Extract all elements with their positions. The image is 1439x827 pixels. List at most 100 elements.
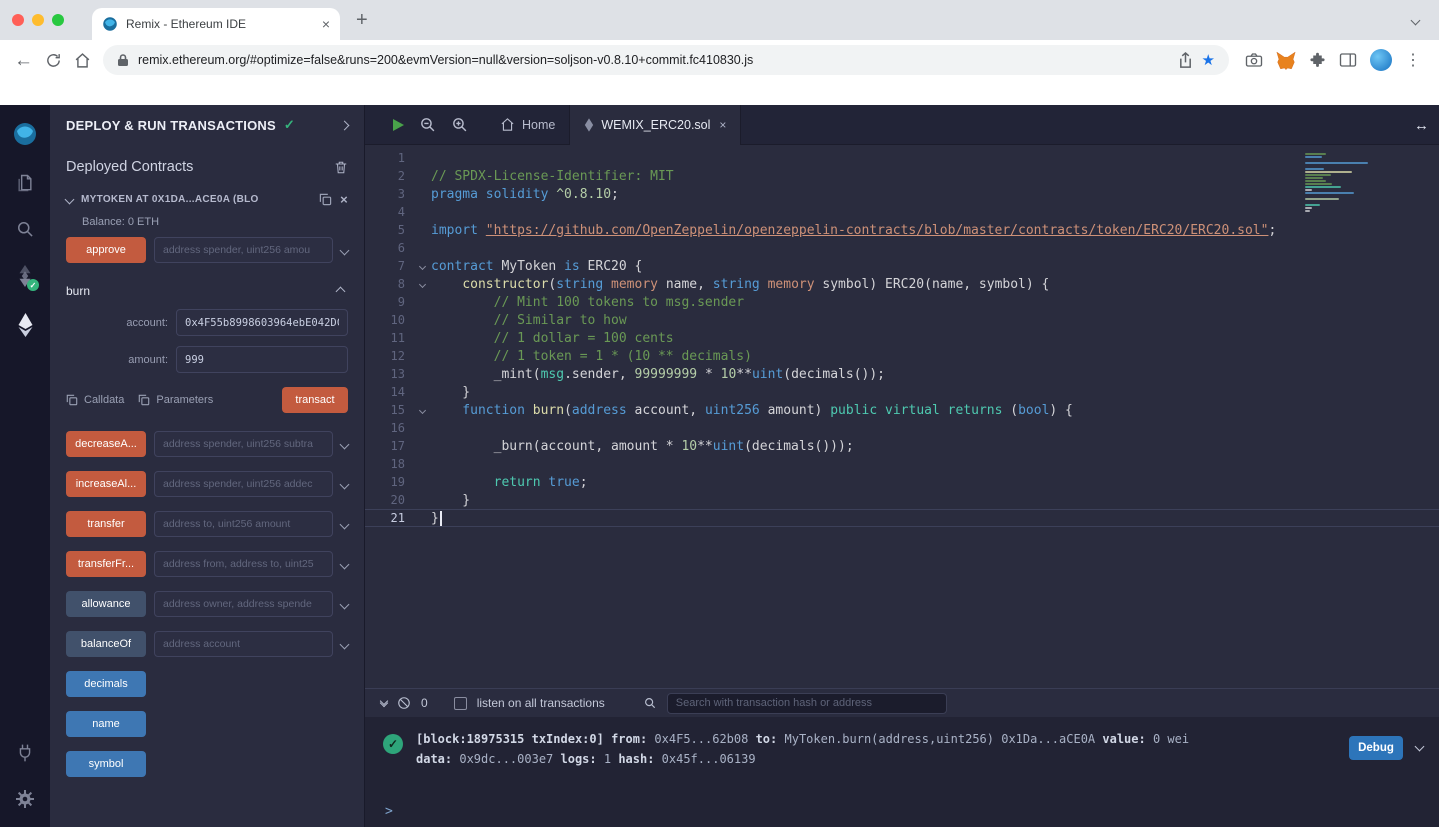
code-line-1[interactable]: 1 — [365, 149, 1439, 167]
expand-chevron-icon[interactable] — [340, 439, 350, 449]
calldata-copy-icon[interactable] — [66, 394, 78, 406]
code-line-16[interactable]: 16 — [365, 419, 1439, 437]
line-number[interactable]: 18 — [365, 457, 413, 471]
plugin-manager-icon[interactable] — [15, 743, 35, 763]
code-line-20[interactable]: 20 } — [365, 491, 1439, 509]
burn-account-input[interactable] — [176, 309, 348, 336]
code-line-7[interactable]: 7contract MyToken is ERC20 { — [365, 257, 1439, 275]
expand-chevron-icon[interactable] — [340, 519, 350, 529]
metamask-icon[interactable] — [1276, 51, 1296, 70]
terminal-prompt[interactable]: > — [383, 802, 1423, 821]
fold-chevron-icon[interactable] — [413, 282, 431, 287]
burn-amount-input[interactable] — [176, 346, 348, 373]
terminal-collapse-icon[interactable] — [381, 698, 387, 706]
minimize-window-button[interactable] — [32, 14, 44, 26]
fn-increaseal-button[interactable]: increaseAl... — [66, 471, 146, 497]
tab-wemix-erc20[interactable]: WEMIX_ERC20.sol × — [569, 105, 741, 145]
fn-decreasea-button[interactable]: decreaseA... — [66, 431, 146, 457]
listen-all-transactions-checkbox[interactable] — [454, 697, 467, 710]
line-number[interactable]: 11 — [365, 331, 413, 345]
calldata-label[interactable]: Calldata — [84, 394, 124, 406]
fn-transferfr-input[interactable] — [154, 551, 333, 577]
expand-chevron-icon[interactable] — [340, 599, 350, 609]
fold-chevron-icon[interactable] — [413, 264, 431, 269]
bookmark-star-icon[interactable]: ★ — [1202, 53, 1215, 68]
line-number[interactable]: 20 — [365, 493, 413, 507]
fn-allowance-input[interactable] — [154, 591, 333, 617]
line-number[interactable]: 5 — [365, 223, 413, 237]
settings-gear-icon[interactable] — [15, 789, 35, 809]
code-line-18[interactable]: 18 — [365, 455, 1439, 473]
tab-home[interactable]: Home — [486, 105, 569, 145]
code-line-14[interactable]: 14 } — [365, 383, 1439, 401]
file-explorer-icon[interactable] — [15, 173, 35, 193]
code-line-8[interactable]: 8 constructor(string memory name, string… — [365, 275, 1439, 293]
log-expand-chevron-icon[interactable] — [1415, 742, 1425, 752]
debug-button[interactable]: Debug — [1349, 736, 1403, 760]
code-line-3[interactable]: 3pragma solidity ^0.8.10; — [365, 185, 1439, 203]
line-number[interactable]: 17 — [365, 439, 413, 453]
code-line-2[interactable]: 2// SPDX-License-Identifier: MIT — [365, 167, 1439, 185]
line-number[interactable]: 10 — [365, 313, 413, 327]
fn-approve-input[interactable] — [154, 237, 333, 263]
fn-decreasea-input[interactable] — [154, 431, 333, 457]
remix-logo[interactable] — [12, 121, 38, 147]
fold-chevron-icon[interactable] — [413, 408, 431, 413]
transact-button[interactable]: transact — [282, 387, 348, 413]
fn-transferfr-button[interactable]: transferFr... — [66, 551, 146, 577]
line-number[interactable]: 4 — [365, 205, 413, 219]
expand-chevron-icon[interactable] — [340, 245, 350, 255]
fn-transfer-input[interactable] — [154, 511, 333, 537]
line-number[interactable]: 7 — [365, 259, 413, 273]
expand-chevron-icon[interactable] — [340, 639, 350, 649]
parameters-label[interactable]: Parameters — [156, 394, 213, 406]
copy-address-icon[interactable] — [319, 193, 332, 206]
code-line-11[interactable]: 11 // 1 dollar = 100 cents — [365, 329, 1439, 347]
code-line-13[interactable]: 13 _mint(msg.sender, 99999999 * 10**uint… — [365, 365, 1439, 383]
tab-list-chevron-icon[interactable] — [1412, 11, 1419, 29]
run-script-play-button[interactable] — [393, 119, 404, 131]
burn-section-header[interactable]: burn — [50, 270, 364, 304]
browser-tab[interactable]: Remix - Ethereum IDE × — [92, 8, 340, 40]
panel-collapse-chevron-icon[interactable] — [340, 120, 350, 130]
code-editor[interactable]: 12// SPDX-License-Identifier: MIT3pragma… — [365, 145, 1439, 688]
line-number[interactable]: 21 — [365, 511, 413, 525]
zoom-out-icon[interactable] — [419, 116, 436, 133]
reload-button[interactable] — [45, 52, 62, 69]
expand-horizontal-icon[interactable]: ↔ — [1414, 105, 1429, 145]
profile-avatar[interactable] — [1370, 49, 1392, 71]
line-number[interactable]: 6 — [365, 241, 413, 255]
back-button[interactable]: ← — [14, 51, 33, 70]
code-line-10[interactable]: 10 // Similar to how — [365, 311, 1439, 329]
code-line-6[interactable]: 6 — [365, 239, 1439, 257]
code-line-9[interactable]: 9 // Mint 100 tokens to msg.sender — [365, 293, 1439, 311]
line-number[interactable]: 8 — [365, 277, 413, 291]
fn-symbol-button[interactable]: symbol — [66, 751, 146, 777]
clear-contracts-trash-icon[interactable] — [334, 160, 348, 175]
extensions-puzzle-icon[interactable] — [1309, 52, 1326, 69]
expand-chevron-icon[interactable] — [340, 479, 350, 489]
share-icon[interactable] — [1178, 52, 1193, 69]
screenshot-camera-icon[interactable] — [1245, 52, 1263, 68]
tab-close-icon[interactable]: × — [719, 119, 726, 131]
code-line-17[interactable]: 17 _burn(account, amount * 10**uint(deci… — [365, 437, 1439, 455]
parameters-copy-icon[interactable] — [138, 394, 150, 406]
clear-console-icon[interactable] — [397, 696, 411, 710]
fn-approve-button[interactable]: approve — [66, 237, 146, 263]
fn-balanceof-input[interactable] — [154, 631, 333, 657]
code-line-15[interactable]: 15 function burn(address account, uint25… — [365, 401, 1439, 419]
line-number[interactable]: 3 — [365, 187, 413, 201]
zoom-in-icon[interactable] — [451, 116, 468, 133]
address-bar[interactable]: remix.ethereum.org/#optimize=false&runs=… — [103, 45, 1229, 75]
fullscreen-window-button[interactable] — [52, 14, 64, 26]
search-icon[interactable] — [15, 219, 35, 239]
solidity-compiler-icon[interactable]: ✓ — [16, 265, 34, 287]
editor-minimap[interactable] — [1305, 150, 1423, 213]
line-number[interactable]: 12 — [365, 349, 413, 363]
tab-close-icon[interactable]: × — [322, 17, 330, 31]
new-tab-button[interactable]: + — [356, 10, 368, 30]
code-line-21[interactable]: 21} — [365, 509, 1439, 527]
code-line-12[interactable]: 12 // 1 token = 1 * (10 ** decimals) — [365, 347, 1439, 365]
remove-contract-icon[interactable]: × — [340, 193, 348, 206]
line-number[interactable]: 9 — [365, 295, 413, 309]
